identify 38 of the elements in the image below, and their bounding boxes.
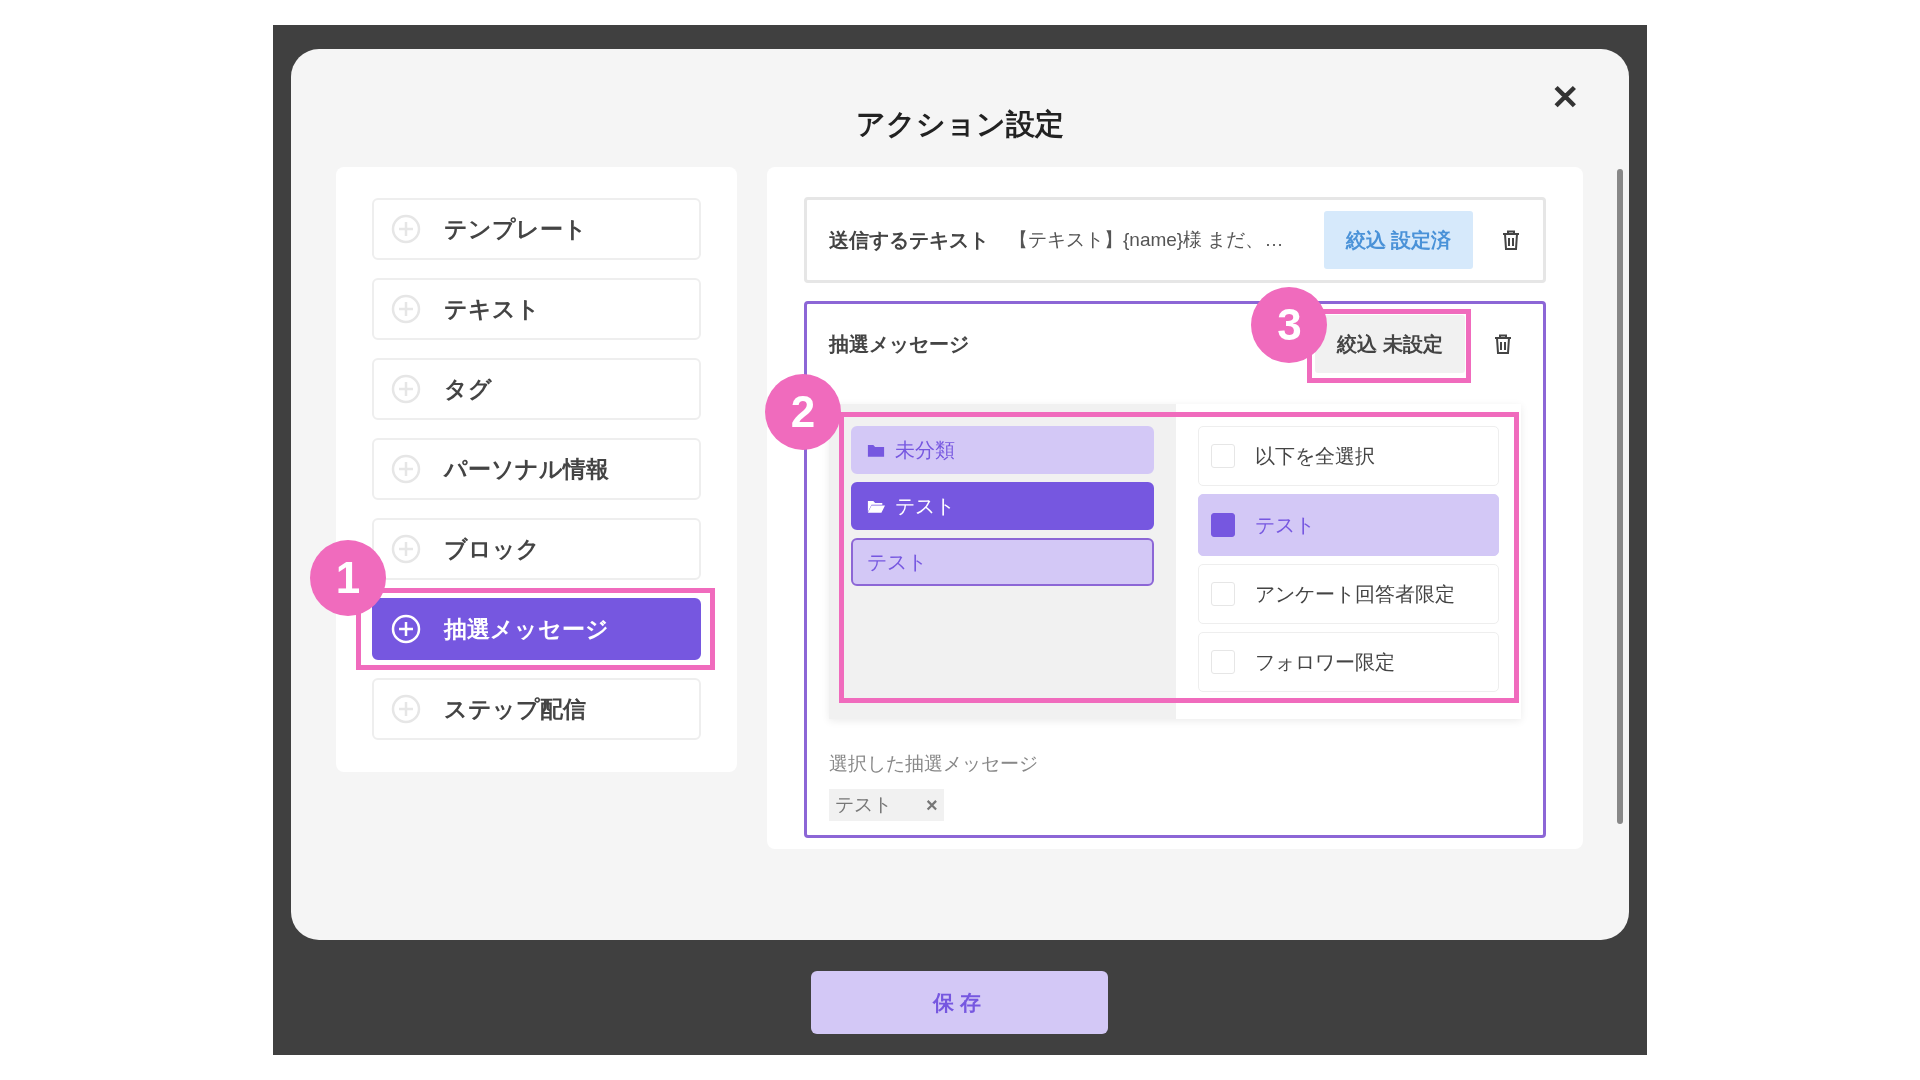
option-row[interactable]: アンケート回答者限定 <box>1198 564 1499 624</box>
action-item[interactable]: テキスト <box>372 278 701 340</box>
plus-icon <box>390 533 422 565</box>
option-row[interactable]: 以下を全選択 <box>1198 426 1499 486</box>
close-button[interactable]: ✕ <box>1551 77 1579 117</box>
plus-icon <box>390 453 422 485</box>
action-item[interactable]: ステップ配信 <box>372 678 701 740</box>
plus-icon <box>390 373 422 405</box>
step-badge: 3 <box>1251 287 1328 363</box>
option-label: フォロワー限定 <box>1255 649 1395 675</box>
folder-icon <box>867 442 885 458</box>
folder-icon <box>867 498 885 514</box>
step-badge: 2 <box>765 374 841 450</box>
folder-item[interactable]: テスト <box>851 482 1154 530</box>
plus-icon <box>390 293 422 325</box>
plus-icon <box>390 613 422 645</box>
action-item[interactable]: タグ <box>372 358 701 420</box>
chip-label: テスト <box>835 793 892 817</box>
option-label: 以下を全選択 <box>1255 443 1375 469</box>
selected-label: 選択した抽選メッセージ <box>829 752 1039 776</box>
filter-button[interactable]: 絞込 未設定 <box>1315 315 1465 373</box>
option-row[interactable]: フォロワー限定 <box>1198 632 1499 692</box>
card-title: 抽選メッセージ <box>829 331 969 357</box>
scrollbar[interactable] <box>1617 169 1623 824</box>
action-item[interactable]: パーソナル情報 <box>372 438 701 500</box>
remove-button[interactable]: × <box>926 793 938 817</box>
card-title: 送信するテキスト <box>829 227 989 253</box>
step-badge: 1 <box>310 540 386 616</box>
plus-icon <box>390 213 422 245</box>
action-item[interactable]: テンプレート <box>372 198 701 260</box>
action-item[interactable]: ブロック <box>372 518 701 580</box>
option-label: アンケート回答者限定 <box>1255 581 1455 607</box>
checkbox[interactable] <box>1211 513 1235 537</box>
plus-icon <box>390 693 422 725</box>
message-preview: 【テキスト】{name}様 まだ、… <box>1009 228 1284 252</box>
dialog-title: アクション設定 <box>856 107 1064 142</box>
action-item[interactable]: 抽選メッセージ <box>372 598 701 660</box>
option-label: テスト <box>1255 512 1315 538</box>
